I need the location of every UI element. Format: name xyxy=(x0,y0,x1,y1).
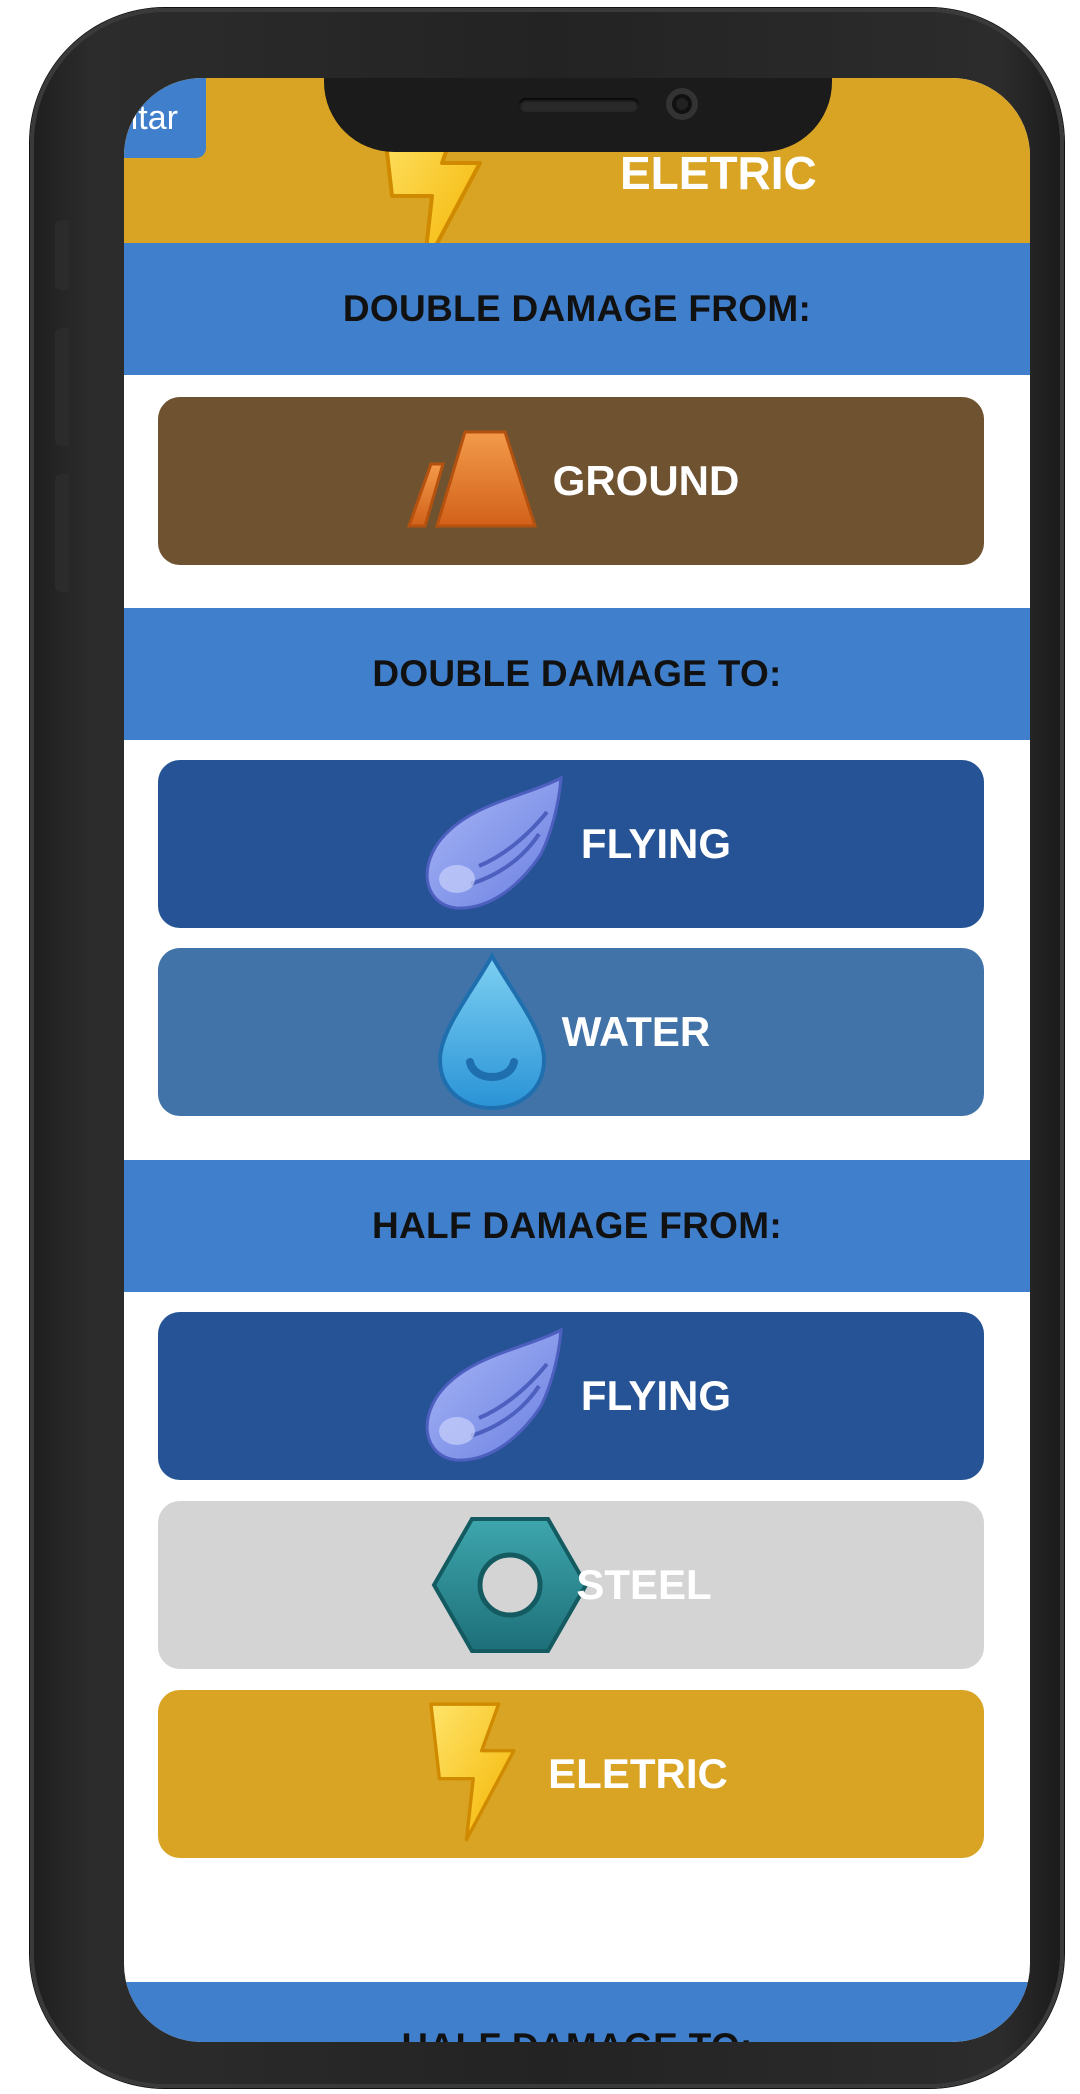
type-label: GROUND xyxy=(552,457,740,504)
section-half-damage-to: HALF DAMAGE TO: xyxy=(124,1982,1030,2042)
phone-screen: Voltar ELETRIC DOUBLE DAMAGE FROM: xyxy=(124,78,1030,2042)
page-title: ELETRIC xyxy=(620,147,817,199)
section-title: DOUBLE DAMAGE FROM: xyxy=(342,288,812,329)
phone-notch xyxy=(324,78,832,152)
section-title: HALF DAMAGE FROM: xyxy=(372,1205,782,1246)
type-card-flying[interactable]: FLYING xyxy=(158,1312,984,1480)
back-button-label: Voltar xyxy=(124,98,178,137)
type-card-ground[interactable]: GROUND xyxy=(158,397,984,565)
section-double-damage-from: DOUBLE DAMAGE FROM: xyxy=(124,243,1030,375)
phone-side-button xyxy=(55,328,69,446)
type-label: STEEL xyxy=(576,1561,712,1608)
phone-frame: Voltar ELETRIC DOUBLE DAMAGE FROM: xyxy=(30,8,1064,2088)
type-label: FLYING xyxy=(580,820,732,867)
phone-side-button xyxy=(55,474,69,592)
water-drop-icon xyxy=(437,952,546,1111)
type-card-steel[interactable]: STEEL xyxy=(158,1501,984,1669)
back-button[interactable]: Voltar xyxy=(124,78,206,158)
type-card-flying[interactable]: FLYING xyxy=(158,760,984,928)
section-double-damage-to: DOUBLE DAMAGE TO: xyxy=(124,608,1030,740)
type-card-water[interactable]: WATER xyxy=(158,948,984,1116)
type-label: FLYING xyxy=(580,1372,732,1419)
speaker-grille xyxy=(519,98,639,112)
type-label: ELETRIC xyxy=(548,1750,728,1797)
section-half-damage-from: HALF DAMAGE FROM: xyxy=(124,1160,1030,1292)
ground-icon xyxy=(406,430,537,528)
type-label: WATER xyxy=(561,1008,711,1055)
camera-icon xyxy=(666,88,698,120)
section-title: DOUBLE DAMAGE TO: xyxy=(372,653,782,694)
phone-side-button xyxy=(55,220,69,290)
wing-icon xyxy=(425,775,563,910)
section-title: HALF DAMAGE TO: xyxy=(401,2026,752,2042)
steel-nut-icon xyxy=(432,1517,589,1653)
type-card-eletric[interactable]: ELETRIC xyxy=(158,1690,984,1858)
lightning-bolt-icon xyxy=(429,1702,516,1842)
wing-icon xyxy=(425,1327,563,1462)
